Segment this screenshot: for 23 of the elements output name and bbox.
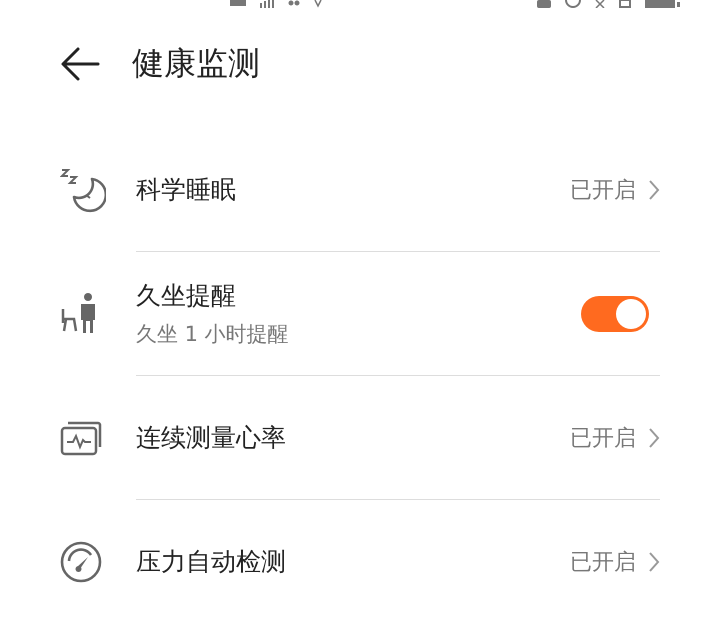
- settings-row[interactable]: 科学睡眠 已开启: [0, 128, 720, 252]
- setting-description: 久坐 1 小时提醒: [136, 321, 290, 348]
- setting-label: 科学睡眠: [136, 174, 237, 206]
- gauge-icon: [60, 541, 102, 583]
- chevron-right-icon: [648, 550, 660, 572]
- page-title: 健康监测: [132, 43, 260, 84]
- status-text: 已开启: [570, 548, 636, 576]
- signal-icon: [260, 0, 274, 8]
- setting-label: 连续测量心率: [136, 422, 287, 454]
- heart-rate-monitor-icon: [60, 420, 102, 456]
- setting-label: 压力自动检测: [136, 546, 287, 578]
- back-button[interactable]: [60, 46, 100, 82]
- battery-icon: [645, 0, 680, 8]
- moon-sleep-icon: [60, 167, 106, 213]
- settings-row[interactable]: 压力自动检测 已开启: [0, 500, 720, 621]
- status-text: 已开启: [570, 424, 636, 452]
- status-text: 已开启: [570, 176, 636, 204]
- chevron-right-icon: [648, 426, 660, 448]
- chevron-right-icon: [648, 178, 660, 200]
- settings-row[interactable]: 久坐提醒 久坐 1 小时提醒: [0, 252, 720, 376]
- settings-row[interactable]: 连续测量心率 已开启: [0, 376, 720, 500]
- toggle-switch[interactable]: [581, 296, 649, 332]
- setting-label: 久坐提醒: [136, 280, 237, 312]
